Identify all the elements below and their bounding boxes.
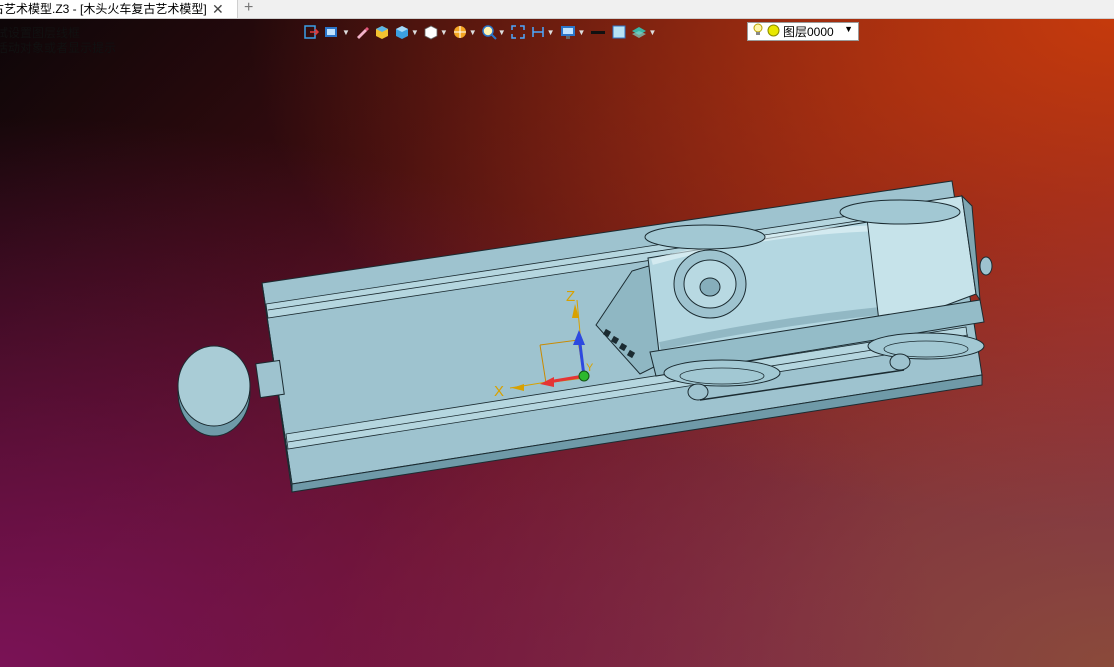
measure-icon	[530, 24, 546, 40]
chevron-down-icon[interactable]: ▼	[844, 24, 853, 34]
color-swatch-icon	[611, 24, 627, 40]
sketch-button[interactable]	[353, 22, 371, 42]
display-icon	[559, 24, 577, 40]
line-style-icon	[589, 24, 607, 40]
shaded-cube-icon	[394, 24, 410, 40]
exit-icon	[303, 24, 319, 40]
track-connector	[177, 345, 285, 437]
layer-dropdown[interactable]: 图层0000 ▼	[747, 22, 859, 41]
fit-view-button[interactable]	[509, 22, 527, 42]
exit-button[interactable]	[302, 22, 320, 42]
measure-button[interactable]: ▼	[529, 22, 556, 42]
model-canvas: Z X Y	[177, 180, 993, 493]
bulb-icon[interactable]	[752, 23, 764, 40]
layer-color-icon	[767, 24, 780, 40]
status-hint-line-2: 活动对象或者显示提示	[0, 41, 117, 55]
render-button[interactable]: ▼	[451, 22, 478, 42]
view-icon	[323, 24, 341, 40]
pencil-icon	[354, 24, 370, 40]
document-tab[interactable]: 古艺术模型.Z3 - [木头火车复古艺术模型] ✕	[0, 0, 238, 18]
document-tab-bar: 古艺术模型.Z3 - [木头火车复古艺术模型] ✕ +	[0, 0, 1114, 19]
layer-shape-button[interactable]: ▼	[630, 22, 657, 42]
render-icon	[452, 24, 468, 40]
close-icon[interactable]: ✕	[212, 0, 224, 18]
new-tab-button[interactable]: +	[244, 0, 253, 17]
solid-button[interactable]	[373, 22, 391, 42]
axis-y-label: Y	[586, 362, 594, 374]
zoom-icon	[481, 24, 497, 40]
display-settings-button[interactable]: ▼	[558, 22, 587, 42]
zoom-button[interactable]: ▼	[480, 22, 507, 42]
line-style-button[interactable]	[588, 22, 608, 42]
view-toolbar: ▼ ▼ ▼ ▼ ▼ ▼ ▼ ▼	[302, 21, 657, 43]
wireframe-cube-icon	[423, 24, 439, 40]
layer-value: 图层0000	[783, 25, 834, 39]
color-button[interactable]	[610, 22, 628, 42]
axis-z-label: Z	[566, 288, 575, 305]
3d-viewport[interactable]: Z X Y	[0, 18, 1114, 667]
view-orientation-button[interactable]: ▼	[322, 22, 351, 42]
axis-x-label: X	[494, 383, 504, 400]
fit-icon	[510, 24, 526, 40]
wireframe-button[interactable]: ▼	[422, 22, 449, 42]
cube-icon	[374, 24, 390, 40]
layer-shape-icon	[631, 24, 647, 40]
document-tab-title: 古艺术模型.Z3 - [木头火车复古艺术模型]	[0, 2, 207, 16]
shaded-mode-button[interactable]: ▼	[393, 22, 420, 42]
